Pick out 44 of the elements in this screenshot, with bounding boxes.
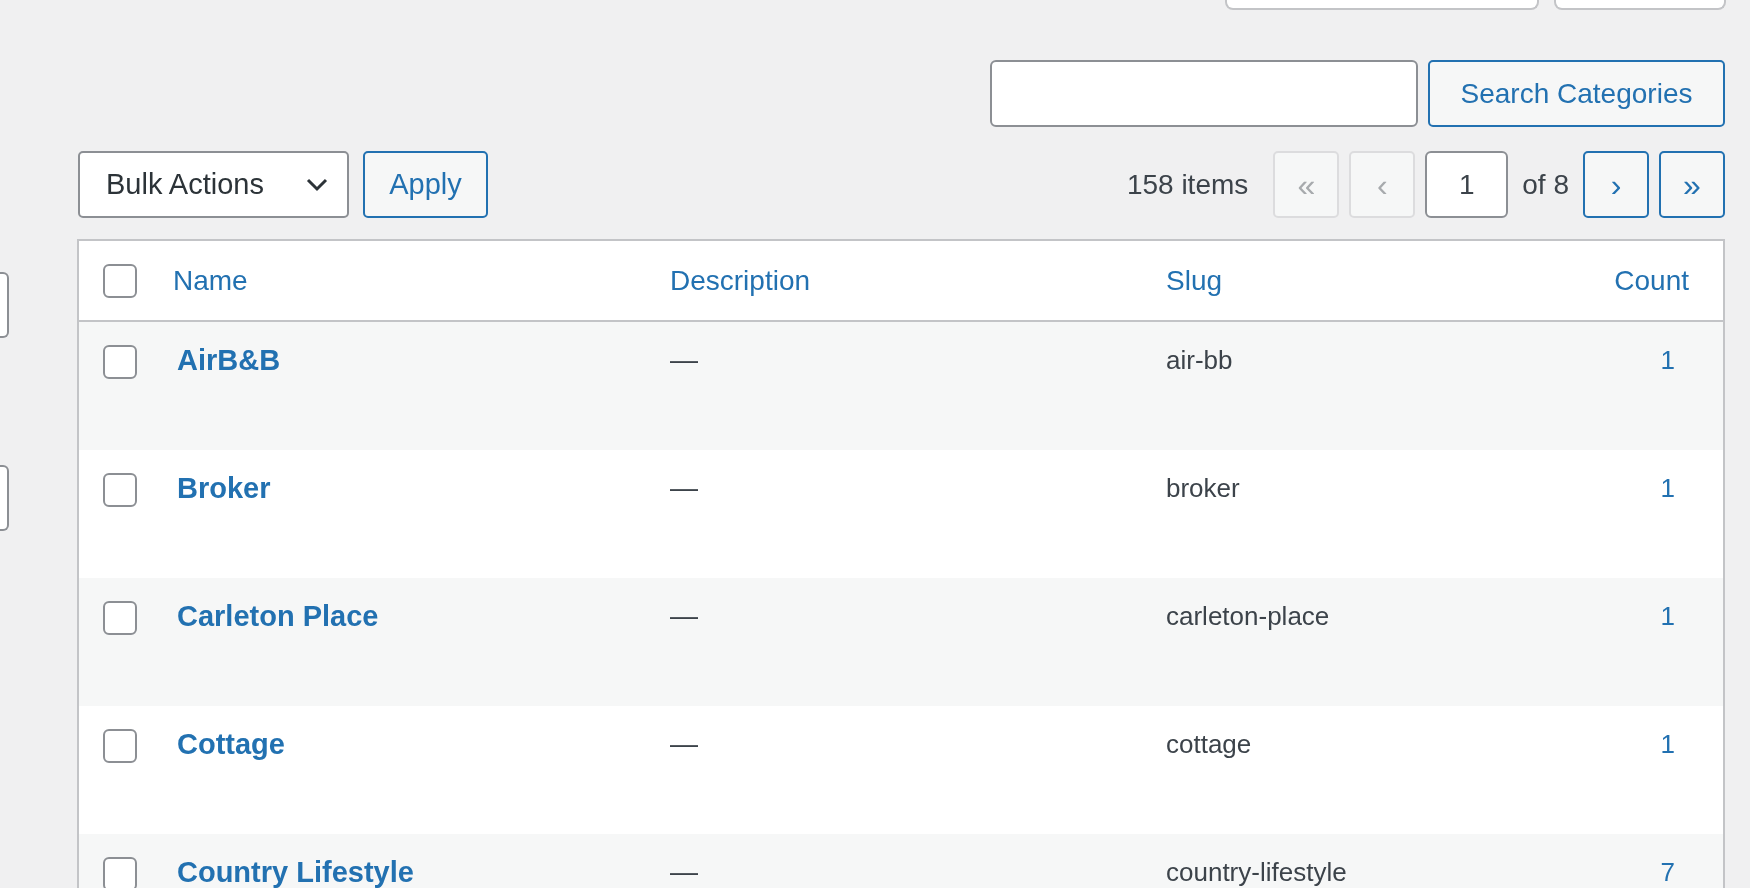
- column-header-link[interactable]: Name: [173, 264, 248, 296]
- checkbox[interactable]: [103, 729, 137, 763]
- bulk-actions-dropdown[interactable]: Bulk Actions: [78, 151, 349, 218]
- checkbox[interactable]: [103, 857, 137, 888]
- input-field[interactable]: [1225, 0, 1539, 10]
- category-name-link[interactable]: AirB&B: [177, 344, 281, 376]
- slug-text: country-lifestyle: [1166, 857, 1347, 887]
- chevron-down-icon: [305, 176, 329, 193]
- page-total: of 8: [1522, 167, 1569, 202]
- column-header-link[interactable]: Count: [1614, 264, 1689, 296]
- column-header-link[interactable]: Slug: [1166, 264, 1223, 296]
- slug-text: carleton-place: [1166, 601, 1330, 631]
- item-count: 158 items: [1126, 167, 1249, 202]
- apply-button[interactable]: Apply: [363, 151, 488, 218]
- checkbox[interactable]: [103, 601, 137, 635]
- description-text: —: [670, 600, 698, 631]
- input-field[interactable]: [1554, 0, 1726, 10]
- input-field[interactable]: [0, 272, 9, 338]
- column-header-link[interactable]: Description: [670, 264, 811, 296]
- pagination-button[interactable]: »: [1659, 151, 1725, 218]
- post-total-link[interactable]: 1: [1660, 345, 1675, 375]
- slug-text: broker: [1166, 473, 1240, 503]
- description-text: —: [670, 728, 698, 759]
- search-field[interactable]: [990, 60, 1418, 127]
- pagination-button[interactable]: ›: [1583, 151, 1649, 218]
- checkbox[interactable]: [103, 263, 137, 298]
- category-name-link[interactable]: Cottage: [177, 728, 285, 760]
- post-total-link[interactable]: 7: [1660, 857, 1675, 887]
- page-number-field[interactable]: 1: [1425, 151, 1509, 218]
- checkbox[interactable]: [103, 473, 137, 507]
- description-text: —: [670, 472, 698, 503]
- slug-text: cottage: [1166, 729, 1252, 759]
- category-name-link[interactable]: Carleton Place: [177, 600, 379, 632]
- description-text: —: [670, 344, 698, 375]
- search-button[interactable]: Search Categories: [1428, 60, 1725, 127]
- category-name-link[interactable]: Broker: [177, 472, 271, 504]
- input-field[interactable]: [0, 465, 9, 531]
- checkbox[interactable]: [103, 345, 137, 379]
- description-text: —: [670, 856, 698, 887]
- slug-text: air-bb: [1166, 345, 1233, 375]
- post-total-link[interactable]: 1: [1660, 729, 1675, 759]
- post-total-link[interactable]: 1: [1660, 473, 1675, 503]
- post-total-link[interactable]: 1: [1660, 601, 1675, 631]
- category-name-link[interactable]: Country Lifestyle: [177, 856, 414, 888]
